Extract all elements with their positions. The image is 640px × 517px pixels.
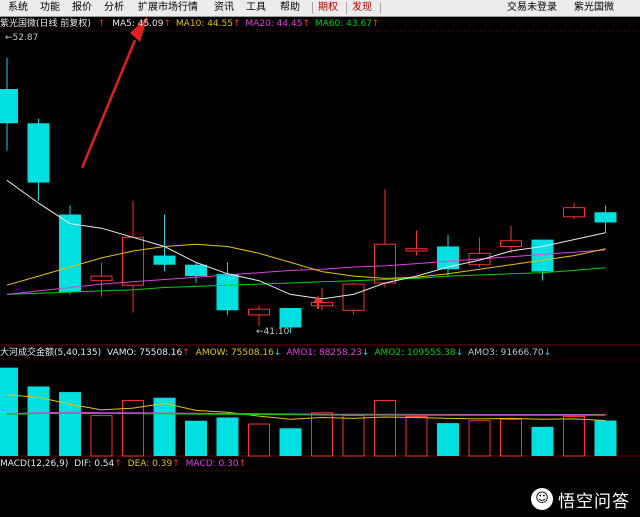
volume-bar-up [248, 423, 270, 457]
volume-bar-down [594, 420, 617, 456]
ma10-label: MA10: 44.55 [175, 19, 233, 29]
main-chart-title: 紫光国微(日线 前复权) [0, 19, 91, 29]
candle-body-up [90, 275, 113, 282]
candle-body-down [27, 123, 50, 183]
volume-bar-up [405, 416, 428, 457]
arrow-up-icon: ↑ [232, 19, 241, 29]
arrow-up-icon: ↑ [182, 348, 190, 358]
annotation-arrow-line [80, 39, 137, 169]
arrow-up-icon: ↑ [371, 19, 380, 29]
candle-body-down [437, 246, 459, 270]
red-arrow-icon: ↑ [97, 19, 106, 29]
volume-bar-up [90, 415, 113, 457]
candle-body-down [185, 264, 207, 277]
candle-body-up [248, 308, 270, 316]
volume-bar-up [311, 412, 333, 457]
dif-label: DIF: 0.54 [74, 459, 115, 469]
stock-chart[interactable] [0, 0, 640, 517]
candle-body-down [216, 273, 239, 311]
vamo-label: VAMO: 75508.16 [106, 348, 183, 358]
dea-label: DEA: 0.39 [127, 459, 173, 469]
candle-body-up [563, 207, 585, 218]
volume-bar-down [153, 397, 176, 456]
candle-body-down [59, 214, 81, 293]
arrow-up-icon: ↑ [114, 459, 122, 469]
watermark: ☺ 悟空问答 [531, 487, 630, 512]
arrow-down-icon: ↓ [455, 348, 464, 358]
volume-bar-up [500, 418, 522, 457]
volume-chart-info: 大河成交金额(5,40,135) VAMO: 75508.16↑ AMOW: 7… [0, 348, 551, 359]
arrow-down-icon: ↓ [273, 348, 282, 358]
volume-bar-down [279, 428, 302, 456]
ma5-label: MA5: 45.09 [112, 19, 164, 29]
arrow-up-icon: ↑ [302, 19, 310, 29]
amo1-label: AMO1: 88258.23 [286, 348, 362, 358]
wukong-logo-icon: ☺ [531, 488, 553, 510]
volume-chart-title: 大河成交金额(5,40,135) [0, 348, 102, 358]
high-price-value: 52.87 [12, 33, 39, 43]
macd-chart-info: MACD(12,26,9) DIF: 0.54↑ DEA: 0.39↑ MACD… [0, 459, 246, 470]
candle-body-up [405, 248, 428, 252]
volume-bar-down [0, 367, 18, 456]
arrow-up-icon: ↑ [163, 19, 172, 29]
volume-bar-down [216, 417, 239, 456]
arrow-up-icon: ↑ [238, 459, 247, 469]
volume-bar-down [437, 423, 459, 456]
candle-body-down [594, 212, 617, 223]
low-price-value: 41.10 [263, 327, 290, 337]
macd-label: MACD: 0.30 [185, 459, 239, 469]
high-price-label: ←52.87 [5, 33, 39, 43]
candle-body-up [342, 283, 365, 311]
amow-label: AMOW: 75508.16 [195, 348, 274, 358]
volume-bar-down [531, 426, 554, 456]
arrow-down-icon: ↓ [361, 348, 370, 358]
volume-bar-up [468, 420, 491, 457]
amo2-label: AMO2: 109555.38 [374, 348, 456, 358]
amo3-label: AMO3: 91666.70 [468, 348, 544, 358]
macd-chart-title: MACD(12,26,9) [0, 459, 69, 469]
ma20-label: MA20: 44.45 [245, 19, 303, 29]
volume-bar-down [59, 392, 81, 456]
volume-bar-up [563, 416, 585, 457]
main-chart-info: 紫光国微(日线 前复权) ↑ MA5: 45.09↑ MA10: 44.55↑ … [0, 19, 379, 30]
volume-bar-up [342, 415, 365, 457]
arrow-down-icon: ↓ [543, 348, 552, 358]
candle-body-up [500, 240, 522, 247]
candle-body-down [279, 308, 302, 328]
low-price-label: ←41.10 [256, 327, 290, 337]
volume-bar-up [374, 400, 396, 457]
ma20-line [6, 249, 606, 295]
candle-body-down [0, 89, 18, 124]
ma60-label: MA60: 43.67 [314, 19, 372, 29]
candle-body-down [153, 255, 176, 265]
watermark-text: 悟空问答 [558, 491, 630, 512]
volume-bar-down [185, 420, 207, 456]
candle-body-up [374, 243, 396, 284]
candle-body-up [122, 236, 144, 286]
arrow-up-icon: ↑ [172, 459, 180, 469]
